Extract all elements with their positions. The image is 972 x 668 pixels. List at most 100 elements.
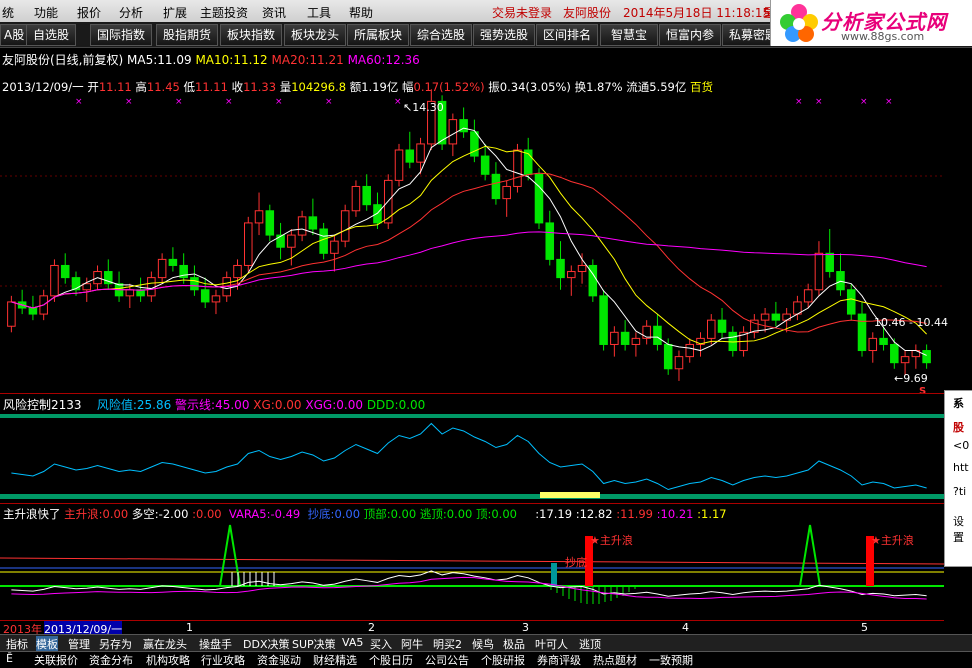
menu-item-tools[interactable]: 工具 <box>307 4 331 21</box>
menu-item-system[interactable]: 统 <box>2 4 14 21</box>
tb-belong-sector[interactable]: 所属板块 <box>347 24 410 46</box>
tb-intl-index[interactable]: 国际指数 <box>90 24 153 46</box>
tab-trader[interactable]: 操盘手 <box>199 636 232 652</box>
tab-template[interactable]: 模板 <box>36 636 58 652</box>
info-tab-industry[interactable]: 行业攻略 <box>201 652 245 668</box>
panel-divider <box>0 503 944 504</box>
candle-body <box>502 185 511 200</box>
tab-migrant-bird[interactable]: 候鸟 <box>472 636 494 652</box>
tab-save-as[interactable]: 另存为 <box>99 636 132 652</box>
signal-mark: × <box>860 97 868 107</box>
tab-mingmai2[interactable]: 明买2 <box>433 636 462 652</box>
tab-manage[interactable]: 管理 <box>68 636 90 652</box>
tab-sup[interactable]: SUP决策 <box>292 636 336 652</box>
star-icon: ★ <box>590 534 600 547</box>
candle-body <box>782 313 791 321</box>
tab-aniu[interactable]: 阿牛 <box>401 636 423 652</box>
axis-month-1: 1 <box>186 621 193 634</box>
menu-item-help[interactable]: 帮助 <box>349 4 373 21</box>
candle-body <box>545 222 555 260</box>
info-tab-consensus[interactable]: 一致预期 <box>649 652 693 668</box>
info-tab-0[interactable]: Ē <box>6 652 13 665</box>
tab-escape-top[interactable]: 逃顶 <box>579 636 601 652</box>
signal-mark: × <box>885 97 893 107</box>
candle-body <box>599 295 608 345</box>
axis-month-5: 5 <box>861 621 868 634</box>
candle-body <box>330 240 339 254</box>
popup-settings[interactable]: 设置 <box>953 513 972 545</box>
tb-sector-index[interactable]: 板块指数 <box>220 24 283 46</box>
wave-red-line <box>0 557 944 565</box>
axis-month-2: 2 <box>368 621 375 634</box>
system-popup[interactable]: 系 股 <0 htt ?ti 设置 <box>944 390 972 567</box>
info-tab-institution[interactable]: 机构攻略 <box>146 652 190 668</box>
candle-body <box>825 252 834 273</box>
info-tab-research[interactable]: 个股研报 <box>481 652 525 668</box>
wave-chart[interactable] <box>0 520 944 620</box>
info-tab-hot-theme[interactable]: 热点题材 <box>593 652 637 668</box>
stock-name-status: 友阿股份 <box>563 6 612 20</box>
tb-watchlist[interactable]: 自选股 <box>26 24 77 46</box>
high-price-marker: ↖14.30 <box>403 101 444 114</box>
menu-item-news[interactable]: 资讯 <box>262 4 286 21</box>
info-tab-rating[interactable]: 券商评级 <box>537 652 581 668</box>
tb-range-rank[interactable]: 区间排名 <box>536 24 599 46</box>
menu-item-analysis[interactable]: 分析 <box>119 4 143 21</box>
menu-item-quote[interactable]: 报价 <box>77 4 101 21</box>
tab-ddx[interactable]: DDX决策 <box>243 636 289 652</box>
info-tab-fund-distribution[interactable]: 资金分布 <box>89 652 133 668</box>
menu-item-function[interactable]: 功能 <box>34 4 58 21</box>
candlestick-chart[interactable]: × × × × × × × × × × × <box>0 66 944 392</box>
tab-indicator[interactable]: 指标 <box>6 636 28 652</box>
candle-body <box>211 295 221 303</box>
s-mark: S <box>919 386 927 397</box>
tab-buy[interactable]: 买入 <box>370 636 392 652</box>
candle-body <box>319 228 328 254</box>
d-value: 0.00 <box>491 507 517 521</box>
candle-body <box>416 143 425 163</box>
tab-va5[interactable]: VA5 <box>342 636 363 649</box>
dk-value-2: 0.00 <box>195 507 222 521</box>
tb-a-share[interactable]: A股 <box>0 24 29 46</box>
info-tab-finance-select[interactable]: 财经精选 <box>313 652 357 668</box>
menu-item-theme-invest[interactable]: 主题投资 <box>200 4 248 21</box>
flower-logo-icon <box>780 4 818 42</box>
info-tab-announcement[interactable]: 公司公告 <box>425 652 469 668</box>
candle-body <box>491 173 501 200</box>
zsl-value: 0.00 <box>102 507 129 521</box>
risk-highlight <box>540 492 600 498</box>
tb-index-futures[interactable]: 股指期货 <box>156 24 219 46</box>
tb-insider[interactable]: 恒富内参 <box>659 24 722 46</box>
tb-sector-leader[interactable]: 板块龙头 <box>284 24 347 46</box>
signal-mark: × <box>175 97 183 107</box>
tb-comprehensive-pick[interactable]: 综合选股 <box>410 24 473 46</box>
tb-strong-pick[interactable]: 强势选股 <box>473 24 536 46</box>
candle-body <box>480 155 490 175</box>
star-icon: ★ <box>871 534 881 547</box>
info-tab-related-quote[interactable]: 关联报价 <box>34 652 78 668</box>
axis-month-4: 4 <box>682 621 689 634</box>
candle-body <box>610 331 619 345</box>
candle-body <box>394 149 404 181</box>
tab-win-leader[interactable]: 赢在龙头 <box>143 636 187 652</box>
tab-best[interactable]: 极品 <box>503 636 525 652</box>
candle-body <box>297 216 307 236</box>
ma5-label: MA5: <box>127 53 158 67</box>
candle-body <box>631 337 641 345</box>
tb-wisdom[interactable]: 智慧宝 <box>600 24 659 46</box>
candle-body <box>405 149 415 163</box>
candle-body <box>674 356 684 370</box>
candle-body <box>125 289 135 297</box>
date-axis[interactable]: 2013年 2013/12/09/一 1 2 3 4 5 <box>0 620 944 637</box>
tab-yekeren[interactable]: 叶可人 <box>535 636 568 652</box>
stock-title: 友阿股份(日线,前复权) <box>2 53 124 67</box>
risk-chart[interactable] <box>0 410 944 502</box>
cd-value: 0.00 <box>334 507 361 521</box>
candle-body <box>900 356 910 364</box>
menu-item-extend[interactable]: 扩展 <box>163 4 187 21</box>
info-tab-stock-calendar[interactable]: 个股日历 <box>369 652 413 668</box>
candle-body <box>50 264 59 297</box>
bottom-signal-bar <box>551 563 557 586</box>
info-tab-fund-drive[interactable]: 资金驱动 <box>257 652 301 668</box>
dk-label: 多空: <box>131 507 159 521</box>
